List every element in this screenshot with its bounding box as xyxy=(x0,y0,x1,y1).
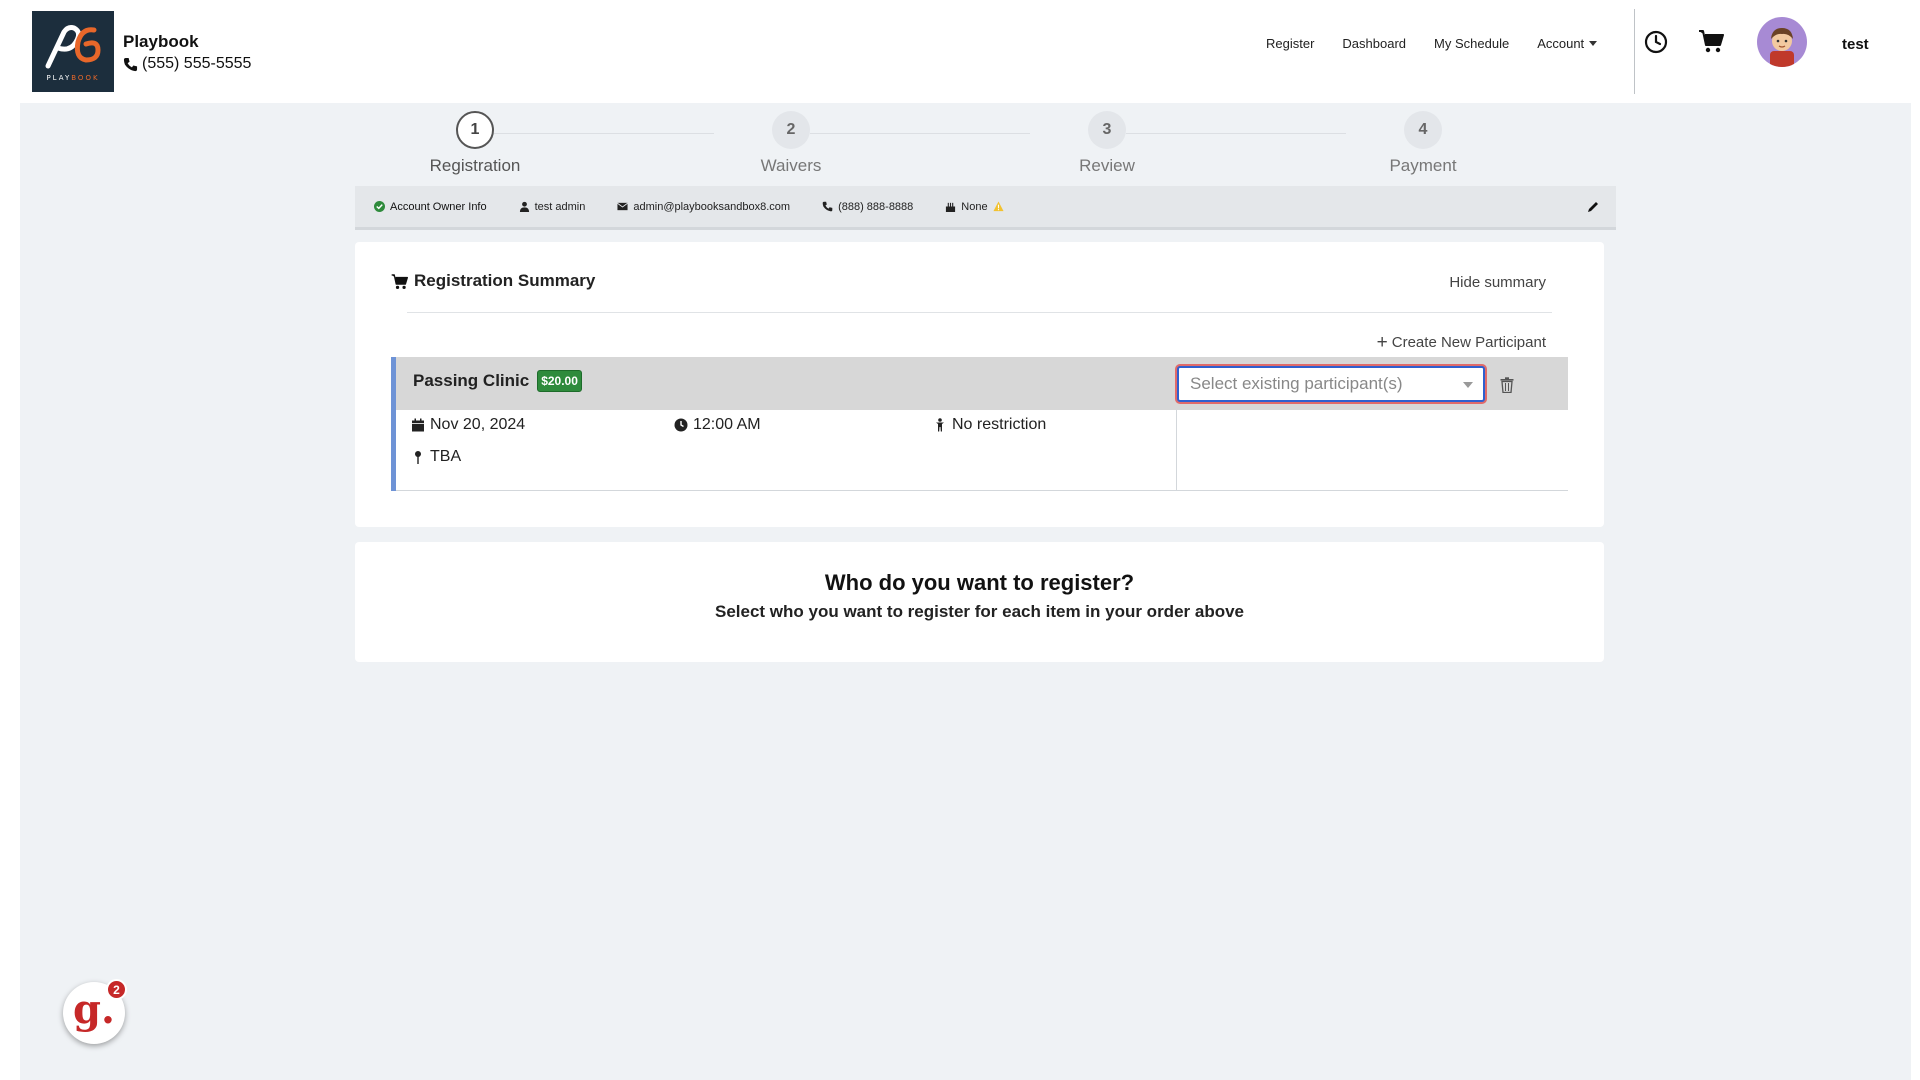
brand-block: Playbook (555) 555-5555 xyxy=(123,32,251,73)
owner-birthday-text: None xyxy=(961,200,988,213)
order-item-title: Passing Clinic $20.00 xyxy=(413,370,582,392)
nav-dashboard[interactable]: Dashboard xyxy=(1342,36,1406,51)
step-label: Payment xyxy=(1389,156,1457,175)
who-title: Who do you want to register? xyxy=(824,570,1135,595)
notification-badge: 2 xyxy=(106,979,127,1000)
username[interactable]: test xyxy=(1842,36,1869,53)
step-number: 1 xyxy=(456,111,494,149)
who-to-register-card: Who do you want to register? Select who … xyxy=(355,542,1604,662)
price-badge: $20.00 xyxy=(537,370,582,392)
step-registration: 1 Registration xyxy=(375,111,575,176)
owner-phone: (888) 888-8888 xyxy=(822,201,913,213)
details-divider xyxy=(1176,410,1177,490)
step-number: 3 xyxy=(1088,111,1126,149)
owner-email: admin@playbooksandbox8.com xyxy=(617,201,790,213)
create-new-participant-label: Create New Participant xyxy=(1391,334,1546,351)
participant-select-placeholder: Select existing participant(s) xyxy=(1190,374,1403,393)
main-content: 1 Registration 2 Waivers 3 Review 4 Paym… xyxy=(20,103,1911,1080)
account-owner-bar: Account Owner Info test admin admin@play… xyxy=(355,186,1616,230)
user-icon xyxy=(519,201,529,212)
birthday-cake-icon xyxy=(946,202,956,212)
order-item-name: Passing Clinic xyxy=(413,371,530,390)
step-payment: 4 Payment xyxy=(1323,111,1523,176)
nav-my-schedule[interactable]: My Schedule xyxy=(1434,36,1509,51)
person-restriction-icon xyxy=(936,418,944,432)
warning-icon xyxy=(993,201,1004,212)
item-location: TBA xyxy=(411,448,461,466)
step-number: 2 xyxy=(772,111,810,149)
step-label: Waivers xyxy=(760,156,822,175)
user-avatar[interactable] xyxy=(1757,17,1807,67)
summary-title: Registration Summary xyxy=(391,271,595,291)
top-header: PLAYBOOK Playbook (555) 555-5555 Registe… xyxy=(0,0,1920,103)
chevron-down-icon xyxy=(1463,382,1473,388)
envelope-icon xyxy=(617,202,629,211)
checkout-stepper: 1 Registration 2 Waivers 3 Review 4 Paym… xyxy=(375,111,1645,181)
order-item: Passing Clinic $20.00 Select existing pa… xyxy=(391,357,1568,491)
owner-name-text: test admin xyxy=(534,200,586,213)
calendar-icon xyxy=(412,418,424,432)
item-location-text: TBA xyxy=(430,448,462,465)
brand-phone-text: (555) 555-5555 xyxy=(142,55,252,72)
map-pin-icon xyxy=(415,451,421,464)
phone-icon xyxy=(123,57,138,71)
summary-title-text: Registration Summary xyxy=(414,271,596,290)
playbook-logo[interactable]: PLAYBOOK xyxy=(32,11,114,92)
avatar-person-icon xyxy=(1770,28,1794,67)
logo-mark-icon xyxy=(45,24,101,68)
registration-summary-card: Registration Summary Hide summary + Crea… xyxy=(355,242,1604,527)
phone-icon xyxy=(822,201,833,212)
item-restriction: No restriction xyxy=(933,416,1046,434)
brand-phone: (555) 555-5555 xyxy=(123,55,251,73)
item-date: Nov 20, 2024 xyxy=(411,416,525,434)
cart-icon[interactable] xyxy=(1698,28,1724,54)
caret-down-icon xyxy=(1589,41,1598,46)
owner-email-text: admin@playbooksandbox8.com xyxy=(633,200,791,213)
owner-birthday: None xyxy=(945,200,1004,213)
trash-icon[interactable] xyxy=(1500,377,1514,393)
step-label: Review xyxy=(1079,156,1135,175)
nav-account-dropdown[interactable]: Account xyxy=(1537,36,1598,51)
account-owner-title: Account Owner Info xyxy=(374,201,487,213)
brand-name: Playbook xyxy=(123,32,199,51)
logo-wordmark: PLAYBOOK xyxy=(46,73,100,82)
edit-pencil-icon[interactable] xyxy=(1586,200,1600,214)
cart-icon xyxy=(391,273,408,289)
nav-register[interactable]: Register xyxy=(1266,36,1314,51)
item-time-text: 12:00 AM xyxy=(693,416,761,433)
hide-summary-link[interactable]: Hide summary xyxy=(1449,274,1546,291)
history-clock-icon[interactable] xyxy=(1644,30,1668,54)
who-subtitle: Select who you want to register for each… xyxy=(714,602,1244,621)
check-circle-icon xyxy=(374,201,385,212)
create-new-participant-link[interactable]: + Create New Participant xyxy=(1376,332,1546,353)
account-owner-title-text: Account Owner Info xyxy=(390,200,487,213)
order-item-details: Nov 20, 2024 12:00 AM No restriction TBA xyxy=(396,410,1568,491)
step-number: 4 xyxy=(1404,111,1442,149)
chat-widget-button[interactable]: g. 2 xyxy=(63,979,127,1044)
owner-name: test admin xyxy=(519,200,586,213)
participant-select[interactable]: Select existing participant(s) xyxy=(1177,366,1485,402)
owner-phone-text: (888) 888-8888 xyxy=(838,200,914,213)
main-nav: Register Dashboard My Schedule Account xyxy=(1266,36,1625,51)
nav-account-label: Account xyxy=(1537,36,1585,51)
item-date-text: Nov 20, 2024 xyxy=(430,416,526,433)
plus-icon: + xyxy=(1376,332,1388,353)
item-restriction-text: No restriction xyxy=(952,416,1047,433)
step-waivers: 2 Waivers xyxy=(691,111,891,176)
item-time: 12:00 AM xyxy=(674,416,761,434)
header-divider xyxy=(1634,9,1635,94)
step-review: 3 Review xyxy=(1007,111,1207,176)
clock-icon xyxy=(674,418,688,432)
summary-divider xyxy=(407,312,1552,313)
order-item-header: Passing Clinic $20.00 Select existing pa… xyxy=(396,357,1568,410)
step-label: Registration xyxy=(429,156,521,175)
